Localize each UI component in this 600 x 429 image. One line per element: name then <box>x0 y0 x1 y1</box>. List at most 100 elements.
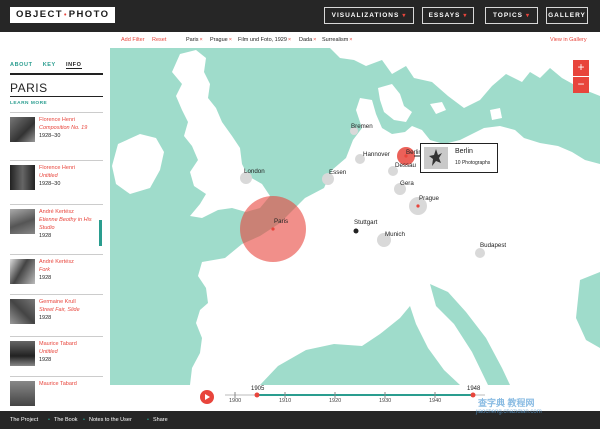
nav-gallery-button[interactable]: GALLERY <box>546 7 588 24</box>
photographer-name: Maurice Tabard <box>39 341 77 347</box>
city-label-budapest: Budapest <box>480 242 507 249</box>
filter-tag-label: Prague <box>210 37 228 43</box>
photo-list-item[interactable]: André Kertész Fork 1928 <box>10 254 103 296</box>
footer-link-project[interactable]: The Project <box>10 411 38 429</box>
timeline-tick-label: 1900 <box>229 398 242 404</box>
photographer-name: André Kertész <box>39 209 74 215</box>
photo-date: 1928 <box>39 357 52 363</box>
timeline-tick-label: 1910 <box>279 398 292 404</box>
city-label-essen: Essen <box>329 169 347 176</box>
photo-thumbnail <box>10 381 35 406</box>
nav-essays-label: ESSAYS <box>428 12 461 19</box>
marker-stuttgart[interactable] <box>353 228 359 234</box>
filter-tag[interactable]: Dada× <box>299 32 316 48</box>
photo-title: Composition No. 19 <box>39 125 88 131</box>
site-logo[interactable]: OBJECT•PHOTO <box>10 7 116 23</box>
play-button[interactable] <box>200 390 214 404</box>
timeline-end-label: 1948 <box>467 386 481 392</box>
photo-date: 1928 <box>39 275 52 281</box>
photo-date: 1928–30 <box>39 181 61 187</box>
logo-right-text: PHOTO <box>68 9 110 20</box>
sculpture-icon <box>424 147 448 169</box>
photo-list-item[interactable]: Florence Henri Composition No. 19 1928–30 <box>10 112 103 154</box>
photo-date: 1928 <box>39 233 52 239</box>
photo-list-item[interactable]: Maurice Tabard Untitled 1928 <box>10 336 103 378</box>
filter-tag[interactable]: Paris× <box>186 32 203 48</box>
filter-tag-label: Film und Foto, 1929 <box>238 37 287 43</box>
watermark-url: jiaocheng.chazidian.com <box>476 409 542 415</box>
city-label-hannover: Hannover <box>363 151 390 158</box>
sidebar-scrollbar-thumb[interactable] <box>99 220 102 246</box>
footer-separator: • <box>147 417 149 423</box>
app-root: { "header": { "logo_left": "OBJECT", "lo… <box>0 0 600 429</box>
close-icon[interactable]: × <box>200 37 203 43</box>
photographer-name: Maurice Tabard <box>39 381 77 387</box>
tooltip-photo-thumbnail <box>424 147 448 169</box>
sidebar-tabs: ABOUT KEY INFO <box>10 62 90 69</box>
bubble-budapest[interactable] <box>475 248 485 258</box>
city-tooltip[interactable]: Berlin 10 Photographs <box>420 143 498 173</box>
zoom-in-button[interactable]: + <box>573 60 589 76</box>
filter-bar: Add Filter Reset Paris× Prague× Film und… <box>110 32 600 48</box>
tab-about[interactable]: ABOUT <box>10 62 33 68</box>
zoom-out-button[interactable]: − <box>573 77 589 93</box>
photo-thumbnail <box>10 299 35 324</box>
chevron-down-icon: ▾ <box>526 13 531 19</box>
city-label-paris: Paris <box>274 218 289 225</box>
photographer-name: Florence Henri <box>39 165 76 171</box>
timeline-tick-label: 1940 <box>429 398 442 404</box>
tab-key[interactable]: KEY <box>43 62 56 68</box>
timeline-start-handle[interactable] <box>254 392 260 398</box>
filter-tag-label: Dada <box>299 37 313 43</box>
footer-link-notes[interactable]: Notes to the User <box>89 411 132 429</box>
photo-thumbnail <box>10 341 35 366</box>
photo-title: Untitled <box>39 173 58 179</box>
city-label-munich: Munich <box>385 231 405 238</box>
map-view[interactable]: Bremen Hannover Berlin London Essen Dess… <box>110 48 600 385</box>
photo-list-item[interactable]: Germaine Krull Street Fair, Slide 1928 <box>10 294 103 336</box>
photo-list-item[interactable]: Florence Henri Untitled 1928–30 <box>10 160 103 202</box>
timeline-tick-label: 1920 <box>329 398 342 404</box>
photo-list-item[interactable]: André Kertész Etienne Beothy in His Studi… <box>10 204 103 246</box>
tab-info[interactable]: INFO <box>65 62 82 69</box>
marker-prague <box>416 204 420 208</box>
learn-more-link[interactable]: LEARN MORE <box>10 101 47 106</box>
filter-tag-label: Paris <box>186 37 199 43</box>
footer-link-book[interactable]: The Book <box>54 411 78 429</box>
filter-tag[interactable]: Film und Foto, 1929× <box>238 32 291 48</box>
photo-title: Untitled <box>39 349 58 355</box>
timeline-tick-label: 1930 <box>379 398 392 404</box>
photo-thumbnail <box>10 165 35 190</box>
sidebar: ABOUT KEY INFO PARIS LEARN MORE Florence… <box>0 32 110 411</box>
footer-link-share[interactable]: Share <box>153 411 168 429</box>
photo-thumbnail <box>10 117 35 142</box>
tooltip-subtitle: 10 Photographs <box>455 160 491 166</box>
top-bar: OBJECT•PHOTO VISUALIZATIONS ▾ ESSAYS ▾ TOP… <box>0 0 600 32</box>
close-icon[interactable]: × <box>229 37 232 43</box>
map-canvas <box>110 48 600 385</box>
nav-topics-button[interactable]: TOPICS ▾ <box>485 7 538 24</box>
view-in-gallery-link[interactable]: View in Gallery <box>550 32 587 48</box>
photographer-name: Germaine Krull <box>39 299 76 305</box>
reset-button[interactable]: Reset <box>152 32 166 48</box>
city-label-stuttgart: Stuttgart <box>354 219 378 226</box>
filter-tag[interactable]: Prague× <box>210 32 232 48</box>
close-icon[interactable]: × <box>349 37 352 43</box>
add-filter-button[interactable]: Add Filter <box>121 32 145 48</box>
close-icon[interactable]: × <box>313 37 316 43</box>
nav-visualizations-label: VISUALIZATIONS <box>331 12 400 19</box>
photo-list-item[interactable]: Maurice Tabard <box>10 376 103 411</box>
chevron-down-icon: ▾ <box>463 13 468 19</box>
divider <box>10 73 103 75</box>
photo-thumbnail <box>10 209 35 234</box>
photo-date: 1928–30 <box>39 133 61 139</box>
timeline-end-handle[interactable] <box>470 392 476 398</box>
filter-tag[interactable]: Surrealism× <box>322 32 353 48</box>
photo-thumbnail <box>10 259 35 284</box>
filter-tag-label: Surrealism <box>322 37 349 43</box>
close-icon[interactable]: × <box>288 37 291 43</box>
nav-topics-label: TOPICS <box>492 12 524 19</box>
logo-left-text: OBJECT <box>16 9 63 20</box>
nav-visualizations-button[interactable]: VISUALIZATIONS ▾ <box>324 7 414 24</box>
nav-essays-button[interactable]: ESSAYS ▾ <box>422 7 474 24</box>
